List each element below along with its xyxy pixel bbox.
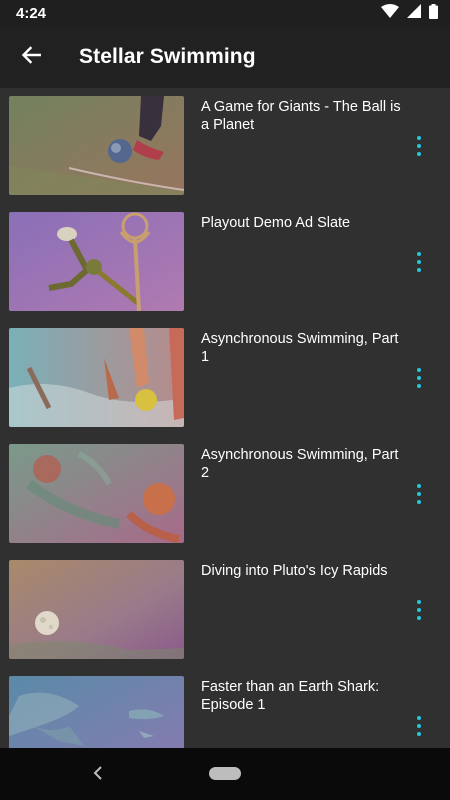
video-thumbnail[interactable]: [9, 560, 184, 659]
cellular-signal-icon: [407, 4, 421, 22]
video-thumbnail[interactable]: [9, 328, 184, 427]
video-title[interactable]: Faster than an Earth Shark: Episode 1: [201, 678, 401, 714]
system-nav-bar: [0, 748, 450, 800]
nav-back-chevron-icon[interactable]: [86, 761, 110, 785]
video-row[interactable]: A Game for Giants - The Ball is a Planet: [0, 88, 450, 204]
video-thumbnail[interactable]: [9, 212, 184, 311]
app-screen: 4:24 Stellar Swimming A Game for Giants …: [0, 0, 450, 800]
video-title[interactable]: Asynchronous Swimming, Part 2: [201, 446, 401, 482]
video-title[interactable]: A Game for Giants - The Ball is a Planet: [201, 98, 401, 134]
video-row[interactable]: Asynchronous Swimming, Part 2: [0, 436, 450, 552]
battery-icon: [429, 3, 438, 23]
video-title[interactable]: Playout Demo Ad Slate: [201, 214, 401, 232]
video-thumbnail[interactable]: [9, 676, 184, 748]
back-button[interactable]: [0, 26, 62, 88]
video-list[interactable]: A Game for Giants - The Ball is a Planet: [0, 88, 450, 748]
home-pill-icon[interactable]: [209, 767, 241, 780]
video-row[interactable]: Faster than an Earth Shark: Episode 1: [0, 668, 450, 748]
more-vert-icon[interactable]: [404, 592, 434, 628]
status-time: 4:24: [16, 4, 47, 22]
video-row[interactable]: Playout Demo Ad Slate: [0, 204, 450, 320]
arrow-back-icon: [21, 45, 42, 69]
more-vert-icon[interactable]: [404, 128, 434, 164]
wifi-icon: [381, 4, 399, 22]
app-bar: Stellar Swimming: [0, 26, 450, 88]
video-row[interactable]: Asynchronous Swimming, Part 1: [0, 320, 450, 436]
status-bar: 4:24: [0, 0, 450, 26]
video-title[interactable]: Asynchronous Swimming, Part 1: [201, 330, 401, 366]
video-row[interactable]: Diving into Pluto's Icy Rapids: [0, 552, 450, 668]
page-title: Stellar Swimming: [79, 45, 256, 68]
video-thumbnail[interactable]: [9, 96, 184, 195]
more-vert-icon[interactable]: [404, 476, 434, 512]
more-vert-icon[interactable]: [404, 244, 434, 280]
status-icons: [381, 3, 438, 23]
video-thumbnail[interactable]: [9, 444, 184, 543]
more-vert-icon[interactable]: [404, 360, 434, 396]
more-vert-icon[interactable]: [404, 708, 434, 744]
video-title[interactable]: Diving into Pluto's Icy Rapids: [201, 562, 401, 580]
